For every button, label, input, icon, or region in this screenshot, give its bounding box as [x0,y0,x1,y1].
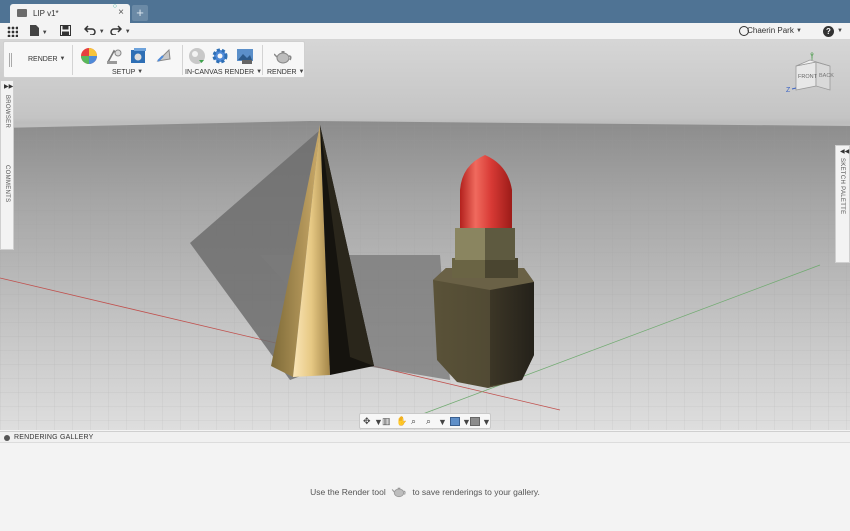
zoom-icon[interactable]: ⌕ [411,416,416,427]
close-tab-button[interactable]: × [118,7,124,18]
capture-image-icon[interactable] [236,47,254,65]
z-axis-indicator [791,87,797,90]
render-group-menu[interactable]: RENDER ▼ [267,69,304,76]
save-button[interactable] [60,25,71,38]
setup-group-menu[interactable]: SETUP ▼ [112,69,143,76]
display-settings-icon[interactable] [450,417,460,426]
comments-panel-toggle[interactable]: COMMENTS [4,165,10,202]
undo-button[interactable]: ▼ [83,25,105,38]
gallery-message-before: Use the Render tool [310,487,386,497]
render-teapot-icon[interactable] [274,47,292,65]
rendering-gallery-title: RENDERING GALLERY [14,434,94,441]
z-axis-label: Z [786,87,791,94]
appearance-icon[interactable] [80,47,98,65]
y-axis-label: Y [810,54,814,60]
chevron-down-icon: ▼ [98,28,105,35]
help-icon[interactable]: ? [823,26,834,37]
scene-settings-icon[interactable] [105,47,123,65]
pan-hand-icon[interactable]: ✋ [396,416,407,427]
browser-panel-toggle[interactable]: BROWSER [4,95,10,128]
grid-settings-icon[interactable] [470,417,480,426]
orbit-icon[interactable]: ✥ [363,416,371,427]
chevron-down-icon[interactable]: ▼ [438,417,447,428]
fit-zoom-icon[interactable]: ⌕ [426,416,431,427]
data-panel-grid-icon[interactable] [7,26,18,37]
redo-icon [110,25,123,36]
sync-icon: ○ [112,3,117,10]
document-icon [17,9,27,17]
title-bar: LIP v1* ○ × + [0,0,850,23]
setup-group-label: SETUP [112,69,136,76]
workspace-switcher[interactable]: RENDER ▼ [28,56,65,63]
chevron-down-icon: ▼ [298,69,305,76]
workspace-label: RENDER [28,56,58,63]
redo-button[interactable]: ▼ [110,25,131,38]
render-settings-gear-icon[interactable] [211,47,229,65]
ribbon-separator [262,45,263,75]
chevron-down-icon[interactable]: ▼ [837,28,843,34]
file-menu-button[interactable]: ▼ [30,25,48,38]
chevron-down-icon: ▼ [59,56,66,63]
chevron-down-icon: ▼ [137,69,144,76]
look-at-icon[interactable]: ▥ [382,416,391,427]
file-icon [30,25,39,36]
canvas-viewport[interactable] [0,40,850,430]
document-tab-title: LIP v1* [33,9,59,18]
document-tab[interactable]: LIP v1* ○ × [10,3,130,23]
in-canvas-render-icon[interactable] [188,47,206,65]
toolbar-grip-handle[interactable] [9,53,12,67]
texture-map-icon[interactable] [129,47,147,65]
in-canvas-render-group-menu[interactable]: IN-CANVAS RENDER ▼ [185,69,262,76]
browser-side-panel: ▶▶ BROWSER COMMENTS [0,80,14,250]
back-face-label: BACK [819,73,834,79]
sketch-palette-toggle[interactable]: SKETCH PALETTE [839,158,845,214]
save-icon [60,25,71,36]
scene-3d[interactable] [0,40,850,430]
decal-icon[interactable] [154,47,172,65]
collapse-gallery-icon[interactable] [4,435,10,441]
gallery-empty-message: Use the Render tool to save renderings t… [0,486,850,498]
chevron-down-icon[interactable]: ▼ [482,417,491,428]
quick-access-toolbar: ▼ ▼ ▼ Chaerin Park ▼ ? ▼ [0,23,850,40]
render-group-label: RENDER [267,69,297,76]
chevron-down-icon: ▼ [796,27,802,34]
in-canvas-render-group-label: IN-CANVAS RENDER [185,69,255,76]
sketch-palette-panel: ◀◀ SKETCH PALETTE [835,145,850,263]
render-teapot-icon [391,487,406,498]
expand-panel-icon[interactable]: ◀◀ [840,148,849,155]
expand-panel-icon[interactable]: ▶▶ [4,83,13,90]
ribbon-separator [182,45,183,75]
navigation-bar: ✥ ▼ ▥ ✋ ⌕ ⌕ ▼ ▼ ▼ [359,413,491,429]
user-account-menu[interactable]: Chaerin Park ▼ [747,26,802,35]
view-cube[interactable]: FRONT BACK Z Y [786,52,842,96]
rendering-gallery-header[interactable]: RENDERING GALLERY [0,431,850,443]
chevron-down-icon: ▼ [124,28,131,35]
user-name: Chaerin Park [747,26,794,35]
undo-icon [83,25,96,36]
front-face-label: FRONT [798,74,818,80]
ribbon-toolbar: RENDER ▼ SETUP ▼ IN-CANVAS RENDER ▼ REND… [3,41,305,78]
gallery-message-after: to save renderings to your gallery. [412,487,540,497]
chevron-down-icon: ▼ [41,29,48,36]
ribbon-separator [72,45,73,75]
new-tab-button[interactable]: + [132,5,148,21]
